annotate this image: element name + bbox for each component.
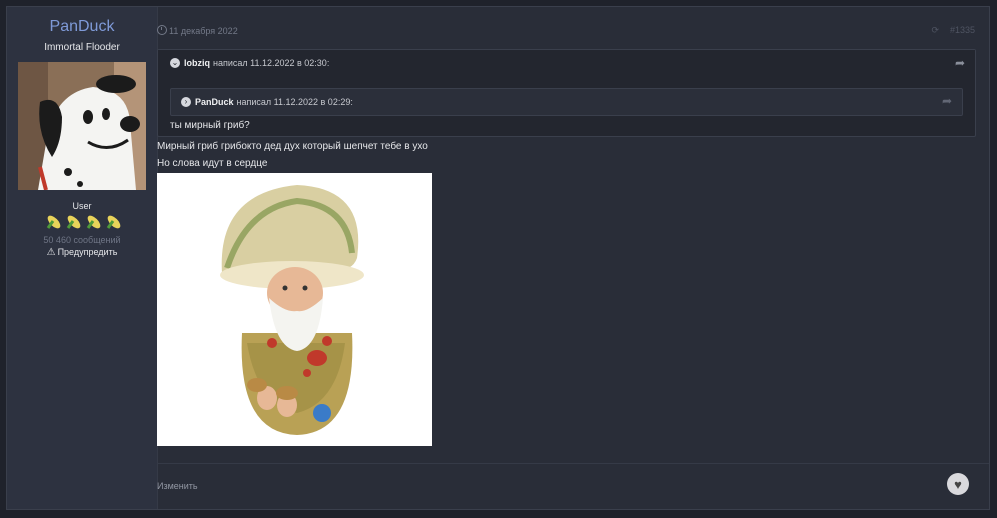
posts-count: 50 460 сообщений <box>43 235 121 245</box>
quote-header: ⌄ lobziq написал 11.12.2022 в 02:30: ➦ <box>158 50 975 76</box>
post-content: 11 декабря 2022 ⟳ #1335 ⌄ lobziq написал… <box>157 7 989 509</box>
post-image[interactable] <box>157 173 432 446</box>
inner-quote-header-suffix: написал 11.12.2022 в 02:29: <box>236 97 353 107</box>
chevron-right-icon[interactable]: › <box>181 97 191 107</box>
share-icon[interactable]: ⟳ <box>931 25 939 36</box>
divider <box>157 463 989 464</box>
warning-icon: ⚠ <box>46 247 56 258</box>
corn-icon <box>46 215 60 229</box>
corn-icon <box>106 215 120 229</box>
avatar[interactable] <box>18 62 146 190</box>
warn-label: Предупредить <box>57 247 118 257</box>
quote-header-suffix: написал 11.12.2022 в 02:30: <box>213 58 330 68</box>
go-to-quote-icon[interactable]: ➦ <box>955 56 965 70</box>
warn-link[interactable]: ⚠ Предупредить <box>7 247 157 258</box>
avatar-dalmatian-image <box>18 62 146 190</box>
like-heart-icon[interactable]: ♥ <box>947 473 969 495</box>
forum-post: PanDuck Immortal Flooder User 50 460 соо… <box>6 6 990 510</box>
post-number-link[interactable]: #1335 <box>950 25 975 35</box>
quote-text: ты мирный гриб? <box>170 120 250 131</box>
post-date: 11 декабря 2022 <box>169 26 238 36</box>
post-text-line: Мирный гриб грибокто дед дух который шеп… <box>157 141 428 152</box>
inner-quote-author[interactable]: PanDuck <box>195 97 234 107</box>
rank-icons <box>36 213 131 231</box>
quote-author[interactable]: lobziq <box>184 58 210 68</box>
author-group: User <box>72 201 92 211</box>
author-panel: PanDuck Immortal Flooder User 50 460 соо… <box>7 7 158 509</box>
corn-icon <box>66 215 80 229</box>
mushroom-figurine-image <box>157 173 432 446</box>
quote-block: ⌄ lobziq написал 11.12.2022 в 02:30: ➦ ›… <box>157 49 976 137</box>
go-to-inner-quote-icon[interactable]: ➦ <box>942 94 952 108</box>
author-title: Immortal Flooder <box>44 42 120 53</box>
post-date-link[interactable]: 11 декабря 2022 <box>157 25 238 36</box>
clock-icon <box>157 25 167 35</box>
author-name-link[interactable]: PanDuck <box>7 18 157 36</box>
corn-icon <box>86 215 100 229</box>
post-text-line: Но слова идут в сердце <box>157 158 268 169</box>
edit-link[interactable]: Изменить <box>157 481 198 491</box>
inner-quote-block: › PanDuck написал 11.12.2022 в 02:29: ➦ <box>170 88 963 116</box>
chevron-down-icon[interactable]: ⌄ <box>170 58 180 68</box>
